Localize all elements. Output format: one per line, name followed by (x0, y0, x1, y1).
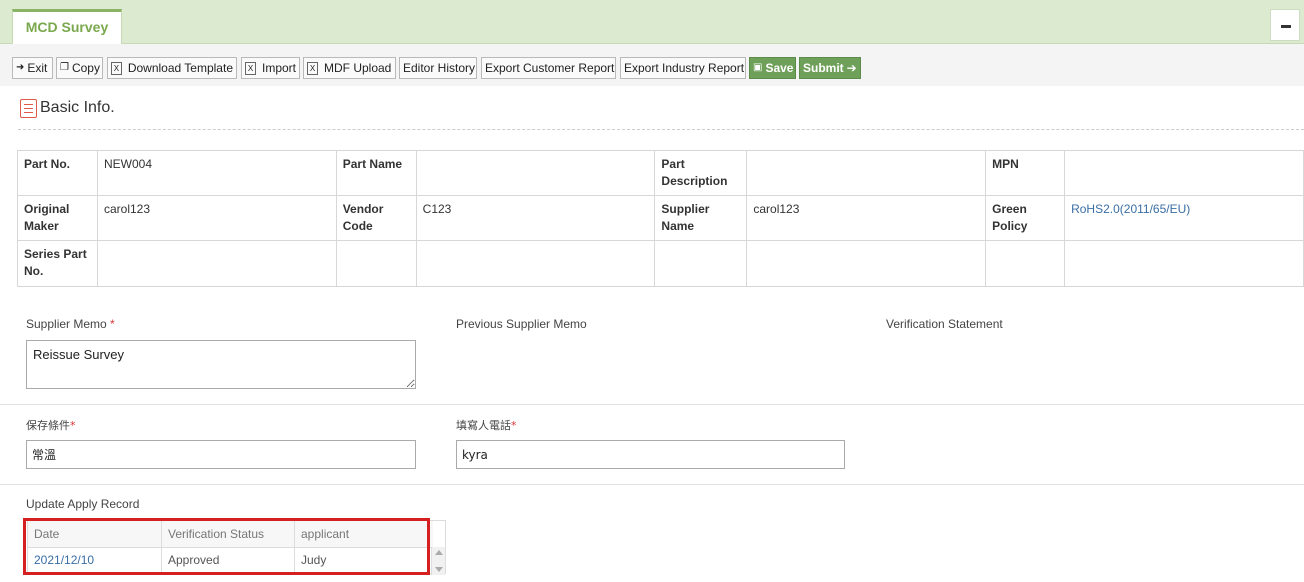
part-description-label: Part Description (654, 150, 748, 196)
excel-icon: X (245, 61, 256, 75)
verification-statement-label: Verification Statement (886, 317, 1003, 331)
storage-condition-label: 保存條件* (26, 419, 76, 432)
date-link[interactable]: 2021/12/10 (28, 547, 162, 573)
applicant-cell: Judy (301, 553, 327, 567)
part-name-label: Part Name (335, 150, 417, 196)
original-maker-value: carol123 (96, 195, 337, 241)
previous-supplier-memo-label: Previous Supplier Memo (456, 317, 587, 331)
excel-icon: X (111, 61, 122, 75)
collapse-button[interactable] (1270, 9, 1300, 41)
section-title: Basic Info. (40, 99, 115, 116)
excel-icon: X (307, 61, 318, 75)
editor-history-button[interactable]: Editor History (399, 57, 477, 79)
part-name-value (415, 150, 656, 196)
export-industry-report-button[interactable]: Export Industry Report (620, 57, 746, 79)
divider (0, 404, 1304, 405)
green-policy-link[interactable]: RoHS2.0(2011/65/EU) (1064, 195, 1304, 241)
verification-status-cell: Approved (162, 547, 295, 573)
update-apply-record-title: Update Apply Record (26, 497, 140, 511)
column-header-applicant[interactable]: applicant (295, 521, 433, 547)
series-part-no-value (96, 240, 337, 287)
mdf-upload-button[interactable]: X MDF Upload (303, 57, 396, 79)
scroll-down-icon[interactable] (435, 567, 443, 572)
exit-button[interactable]: ➜ Exit (12, 57, 53, 79)
scroll-up-icon[interactable] (435, 550, 443, 555)
part-no-value: NEW004 (96, 150, 337, 196)
part-description-value (746, 150, 987, 196)
supplier-name-value: carol123 (746, 195, 987, 241)
apply-record-grid: Date Verification Status applicant 2021/… (27, 520, 446, 575)
divider (0, 484, 1304, 485)
export-customer-report-button[interactable]: Export Customer Report (481, 57, 616, 79)
exit-icon: ➜ (16, 62, 25, 73)
save-icon: ▣ (753, 62, 763, 73)
supplier-name-label: Supplier Name (654, 195, 748, 241)
supplier-memo-label: Supplier Memo * (26, 317, 115, 331)
submit-button[interactable]: Submit ➔ (799, 57, 861, 79)
copy-button[interactable]: ❐ Copy (56, 57, 103, 79)
mpn-label: MPN (985, 150, 1066, 196)
tab-mcd-survey[interactable]: MCD Survey (12, 9, 122, 44)
supplier-memo-textarea[interactable]: Reissue Survey (26, 340, 416, 389)
copy-icon: ❐ (60, 62, 69, 73)
filler-phone-label: 填寫人電話* (456, 419, 517, 432)
vendor-code-value: C123 (415, 195, 656, 241)
column-header-verification-status[interactable]: Verification Status (162, 521, 295, 547)
series-part-no-label: Series Part No. (17, 240, 98, 287)
download-template-button[interactable]: X Download Template (107, 57, 237, 79)
import-button[interactable]: X Import (241, 57, 300, 79)
green-policy-label: Green Policy (985, 195, 1066, 241)
tab-bar: MCD Survey (0, 0, 1304, 44)
arrow-right-icon: ➔ (846, 61, 857, 75)
original-maker-label: Original Maker (17, 195, 98, 241)
save-button[interactable]: ▣ Save (749, 57, 796, 79)
vendor-code-label: Vendor Code (335, 195, 417, 241)
vertical-scrollbar[interactable] (431, 547, 445, 575)
storage-condition-input[interactable] (26, 440, 416, 469)
list-icon (20, 99, 37, 118)
filler-phone-input[interactable] (456, 440, 845, 469)
basic-info-table: Part No. NEW004 Part Name Part Descripti… (17, 150, 1304, 287)
part-no-label: Part No. (17, 150, 98, 196)
table-row[interactable]: 2021/12/10 Approved Judy (28, 547, 433, 574)
column-header-date[interactable]: Date (28, 521, 162, 547)
grid-header-row: Date Verification Status applicant (28, 521, 433, 548)
divider (18, 129, 1304, 130)
mpn-value (1064, 150, 1304, 196)
